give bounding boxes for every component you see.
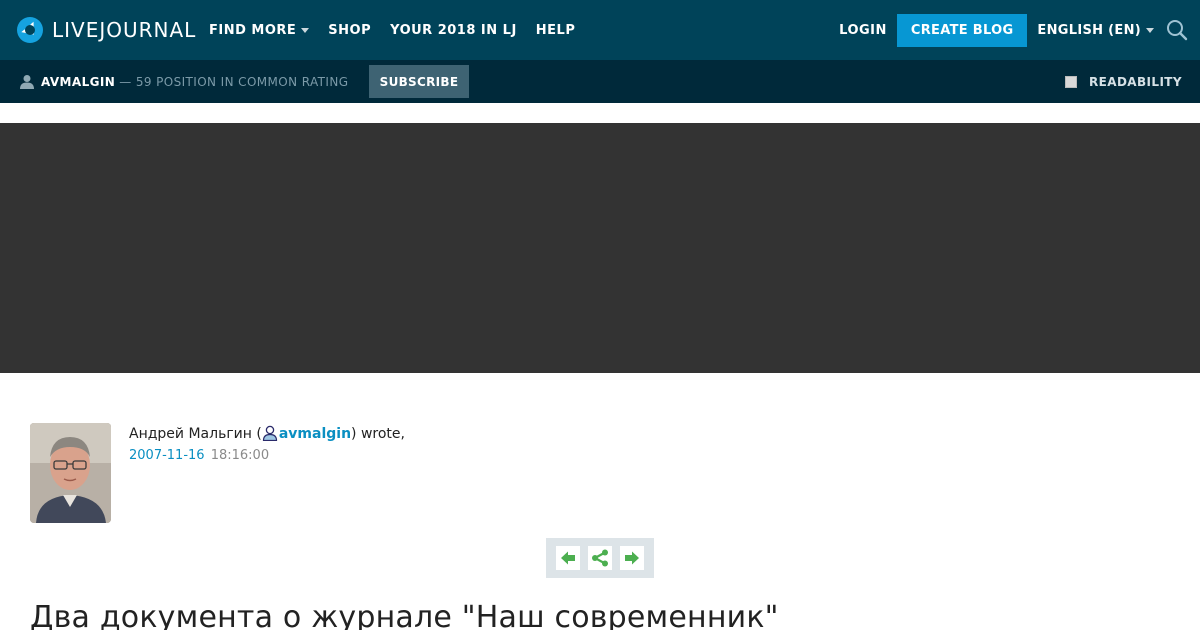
readability-checkbox[interactable] [1065, 75, 1078, 88]
post-navigation [546, 538, 654, 578]
author-username-link[interactable]: avmalgin [279, 426, 351, 442]
logo-text: LIVEJOURNAL [52, 18, 197, 42]
share-button[interactable] [588, 546, 612, 570]
nav-your-year-label: YOUR 2018 IN LJ [390, 22, 517, 38]
author-name: Андрей Мальгин ( [129, 426, 262, 442]
author-photo [30, 423, 111, 523]
journal-subheader: AVMALGIN — 59 POSITION IN COMMON RATING … [0, 60, 1200, 103]
readability-label: READABILITY [1089, 74, 1182, 89]
top-header: LIVEJOURNAL FIND MORE SHOP YOUR 2018 IN … [0, 0, 1200, 60]
journal-owner: AVMALGIN — 59 POSITION IN COMMON RATING [20, 60, 348, 103]
wrote-text: ) wrote, [351, 426, 405, 442]
subscribe-button[interactable]: SUBSCRIBE [369, 65, 469, 98]
chevron-down-icon [301, 27, 310, 33]
arrow-right-icon [625, 551, 639, 565]
post-title: Два документа о журнале "Наш современник… [30, 600, 779, 630]
nav-find-more-label: FIND MORE [209, 22, 297, 38]
post-time: 18:16:00 [210, 448, 270, 463]
create-blog-button[interactable]: CREATE BLOG [896, 13, 1028, 47]
livejournal-logo-icon [17, 17, 43, 43]
nav-shop[interactable]: SHOP [328, 23, 371, 38]
search-icon[interactable] [1166, 19, 1188, 41]
ad-banner [0, 123, 1200, 373]
nav-shop-label: SHOP [328, 22, 372, 38]
post-date-link[interactable]: 2007-11-16 [129, 448, 205, 463]
previous-post-button[interactable] [556, 546, 580, 570]
author-avatar[interactable] [30, 423, 111, 523]
login-link[interactable]: LOGIN [839, 23, 887, 38]
post-datetime: 2007-11-16 18:16:00 [129, 448, 269, 463]
journal-username[interactable]: AVMALGIN [41, 75, 115, 89]
readability-toggle[interactable]: READABILITY [1065, 60, 1182, 103]
rating-text: — 59 POSITION IN COMMON RATING [119, 74, 349, 89]
chevron-down-icon [1146, 27, 1154, 33]
arrow-left-icon [561, 551, 575, 565]
share-icon [592, 549, 608, 567]
nav-help[interactable]: HELP [536, 23, 576, 38]
language-selector[interactable]: ENGLISH (EN) [1037, 23, 1154, 38]
language-label: ENGLISH (EN) [1037, 22, 1141, 38]
main-nav: FIND MORE SHOP YOUR 2018 IN LJ HELP [209, 0, 594, 60]
author-line: Андрей Мальгин ( avmalgin) wrote, [129, 425, 405, 442]
next-post-button[interactable] [620, 546, 644, 570]
nav-your-year[interactable]: YOUR 2018 IN LJ [390, 23, 517, 38]
user-icon[interactable] [262, 425, 278, 441]
user-icon [20, 75, 34, 89]
header-right: LOGIN CREATE BLOG ENGLISH (EN) [839, 0, 1200, 60]
livejournal-logo[interactable]: LIVEJOURNAL [16, 15, 196, 45]
nav-find-more[interactable]: FIND MORE [209, 22, 310, 38]
nav-help-label: HELP [535, 22, 576, 38]
